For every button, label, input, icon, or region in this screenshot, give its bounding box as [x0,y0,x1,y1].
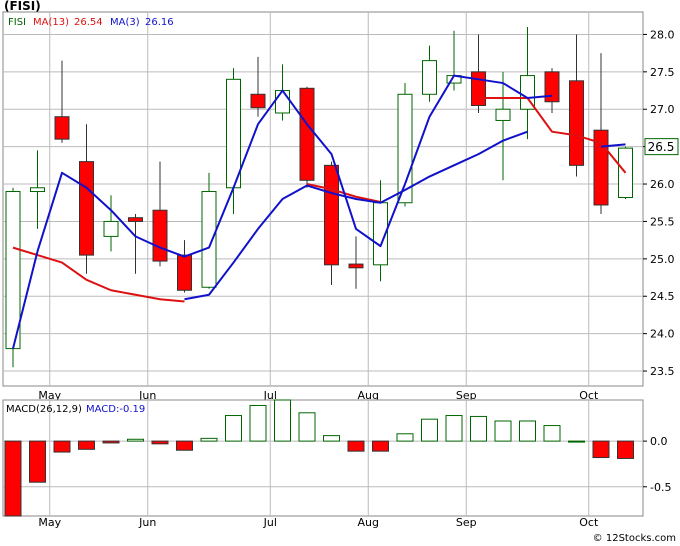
macd-bar-positive [421,418,438,442]
candle-body-down [250,93,266,109]
macd-plot-area [2,399,644,517]
macd-y-tick-label: 0.0 [650,435,668,448]
last-price-tag: 26.5 [644,138,679,156]
candle-body-up [275,90,290,114]
macd-bar-positive [298,412,316,442]
candle-body-down [177,254,192,291]
macd-bar-negative [29,440,46,483]
macd-bar-positive [568,440,585,443]
macd-panel: 0.0 -0.5 May Jun Jul Aug Sep Oct MACD(26,12,9)… [2,399,671,529]
price-y-tick-label: 23.5 [650,365,675,378]
macd-y-axis: 0.0 -0.5 [643,435,671,494]
macd-bar-positive [274,399,291,442]
candle-body-down [54,116,70,140]
candle-body-down [348,263,364,269]
candle-body-down [544,71,560,103]
price-y-tick-label: 25.0 [650,253,675,266]
candle-body-up [226,78,241,189]
macd-value: MACD:-0.19 [86,404,145,415]
macd-x-tick-label: May [38,516,61,529]
macd-bar-negative [592,440,610,459]
price-y-tick-label: 27.0 [650,103,675,116]
price-y-tick-label: 25.5 [650,215,675,228]
candlestick [299,86,315,188]
macd-bar-positive [470,415,487,442]
candle-body-down [324,164,339,266]
legend-ma13-value: 26.54 [74,17,103,28]
candle-body-down [128,217,143,222]
legend-ma13-label: MA(13) [33,17,69,28]
macd-bar-positive [249,404,267,442]
candle-body-down [299,87,315,181]
candle-body-up [5,191,21,350]
macd-x-tick-label: Jul [263,516,277,529]
macd-bar-negative [372,440,389,452]
macd-bar-positive [494,420,512,442]
macd-x-tick-label: Aug [358,516,379,529]
price-legend: FISI MA(13) 26.54 MA(3) 26.16 [8,17,174,28]
macd-bar-positive [519,420,536,442]
legend-ma3-value: 26.16 [145,17,174,28]
macd-bar-negative [347,440,365,452]
candle-body-down [471,71,486,106]
price-y-tick-label: 28.0 [650,28,675,41]
macd-bar-positive [127,438,144,442]
macd-x-tick-label: Jun [138,516,156,529]
legend-symbol: FISI [8,17,26,28]
macd-bar-negative [78,440,95,450]
price-y-axis: 23.5 24.0 24.5 25.0 25.5 26.0 26.5 27.0 27.5 28.0 [643,28,675,378]
candle-body-up [103,220,119,237]
candle-body-up [201,191,217,288]
chart-title: (FISI) [4,0,41,13]
macd-bar-negative [102,440,120,444]
candle-body-up [495,108,511,121]
candle-body-down [569,80,584,166]
macd-bar-positive [323,435,340,442]
last-price-label: 26.5 [648,140,675,154]
macd-x-tick-label: Oct [579,516,599,529]
price-panel: 23.5 24.0 24.5 25.0 25.5 26.0 26.5 27.0 27.5 28.0… [2,0,679,402]
macd-bar-positive [225,415,242,442]
macd-y-tick-label: -0.5 [650,481,671,494]
candle-body-down [79,161,94,256]
macd-bar-negative [151,440,169,445]
macd-x-tick-label: Sep [456,516,477,529]
macd-bar-positive [445,415,463,442]
candle-body-up [30,187,45,193]
price-y-tick-label: 24.5 [650,290,675,303]
macd-bar-negative [176,440,193,451]
price-y-tick-label: 26.0 [650,178,675,191]
macd-bar-positive [200,437,218,442]
macd-x-axis: May Jun Jul Aug Sep Oct [38,516,599,529]
macd-bar-negative [4,440,22,517]
price-y-tick-label: 27.5 [650,66,675,79]
candle-body-down [152,209,168,262]
price-y-tick-label: 24.0 [650,328,675,341]
legend-ma3-label: MA(3) [110,17,140,28]
macd-bar-negative [53,440,71,453]
macd-bar-negative [617,440,634,459]
candlestick [5,187,21,368]
macd-title: MACD(26,12,9) [6,404,82,415]
candle-body-up [422,60,437,95]
macd-bar-positive [543,425,561,442]
stock-chart: 23.5 24.0 24.5 25.0 25.5 26.0 26.5 27.0 27.5 28.0… [2,0,679,544]
macd-bar-positive [396,433,414,442]
watermark: © 12Stocks.com [593,533,676,544]
